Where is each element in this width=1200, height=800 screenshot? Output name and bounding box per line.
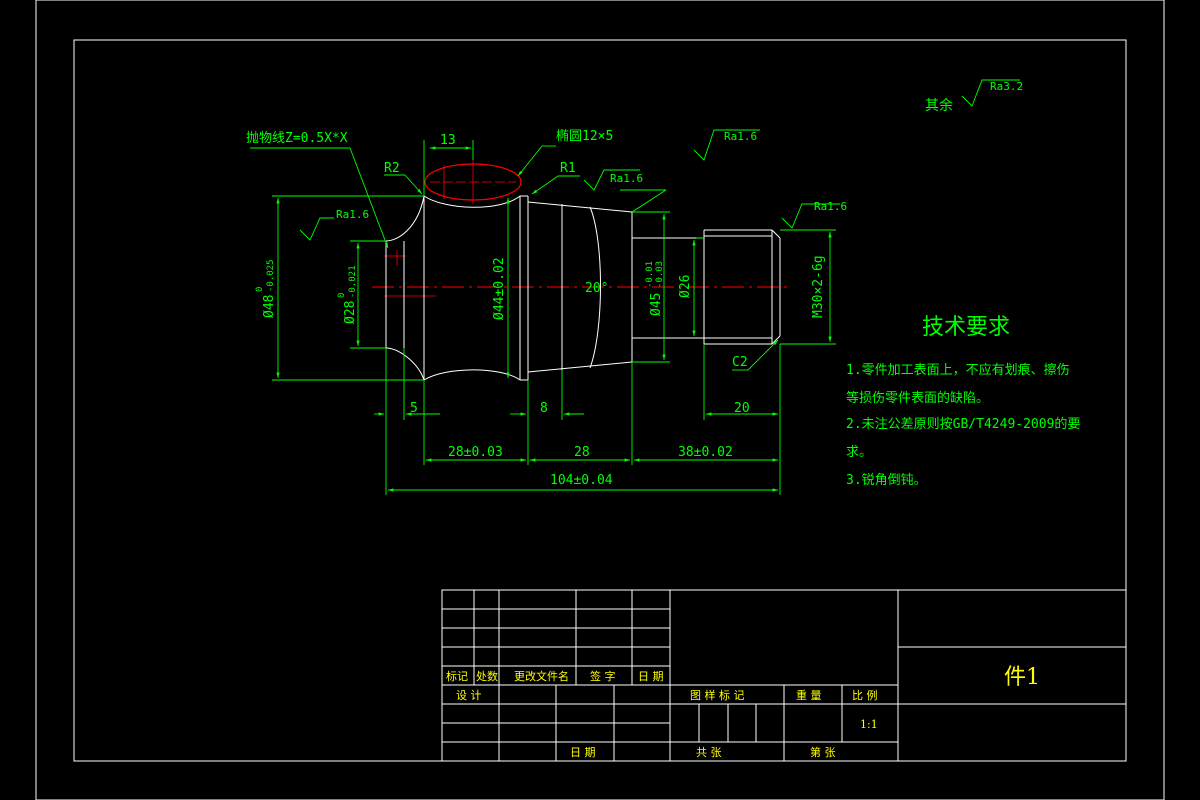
dim-13: 13 (440, 133, 456, 148)
ellipse-label: 椭圆12×5 (556, 128, 613, 144)
dim-d28-tol-up: 0 (337, 293, 347, 298)
tech-line-4: 求。 (846, 445, 872, 460)
drawing-sheet: 抛物线Z=0.5X*X 椭圆12×5 R2 R1 C2 20° 其余 Ra3.2… (35, 0, 1165, 800)
tech-line-2: 等损伤零件表面的缺陷。 (846, 390, 989, 406)
parabola-label: 抛物线Z=0.5X*X (246, 131, 348, 146)
roughness-right: Ra1.6 (814, 200, 847, 213)
dim-d48-tol-low: -0.025 (266, 259, 276, 292)
dim-d45-tol-low: -0.03 (655, 261, 665, 288)
dim-d48: Ø48 (262, 295, 277, 318)
dim-d45: Ø45 (649, 293, 664, 316)
roughness-rest-prefix: 其余 (925, 97, 953, 114)
part-outline (372, 160, 790, 381)
tb-doc: 更改文件名 (514, 669, 569, 683)
tb-stage: 图 样 标 记 (690, 688, 745, 702)
tech-title: 技术要求 (922, 315, 1010, 340)
dim-m30: M30×2-6g (811, 255, 826, 318)
dim-8: 8 (540, 401, 548, 416)
dim-20: 20 (734, 401, 750, 416)
tb-mark: 标记 (446, 669, 468, 683)
r1-label: R1 (560, 161, 576, 176)
roughness-rest-value: Ra3.2 (990, 80, 1023, 93)
dim-d26: Ø26 (678, 275, 693, 298)
tb-scale-value: 1:1 (860, 718, 878, 731)
dim-d45-tol-up: -0.01 (645, 261, 655, 288)
dim-5: 5 (410, 401, 418, 416)
tb-count: 处数 (476, 670, 498, 683)
tb-sign: 签 字 (590, 669, 616, 683)
roughness-taper: Ra1.6 (610, 172, 643, 185)
tb-sheet: 第 张 (810, 745, 836, 759)
c2-label: C2 (732, 355, 748, 370)
dimension-lines (250, 140, 836, 495)
dim-104: 104±0.04 (550, 473, 613, 488)
tb-part-name: 件1 (1004, 665, 1040, 690)
dim-d28-tol-low: -0.021 (348, 265, 358, 298)
dim-28a: 28±0.03 (448, 445, 503, 460)
tb-scale: 比 例 (852, 688, 878, 702)
roughness-symbols (299, 79, 1020, 241)
roughness-left: Ra1.6 (336, 208, 369, 221)
roughness-top: Ra1.6 (724, 130, 757, 143)
dim-d48-tol-up: 0 (255, 287, 265, 292)
r2-label: R2 (384, 161, 400, 176)
tb-date2: 日 期 (570, 746, 596, 759)
dim-d44: Ø44±0.02 (492, 257, 507, 320)
dim-38: 38±0.02 (678, 445, 733, 460)
tb-date: 日 期 (638, 670, 664, 683)
dim-28b: 28 (574, 445, 590, 460)
angle-label: 20° (585, 281, 608, 296)
dim-d28: Ø28 (343, 301, 358, 324)
tb-total: 共 张 (696, 746, 722, 759)
tech-line-3: 2.未注公差原则按GB/T4249-2009的要 (846, 416, 1080, 432)
tb-design: 设 计 (456, 689, 482, 702)
tech-line-1: 1.零件加工表面上，不应有划痕、擦伤 (846, 362, 1070, 378)
tech-line-5: 3.锐角倒钝。 (846, 473, 927, 488)
tb-weight: 重 量 (796, 688, 822, 702)
